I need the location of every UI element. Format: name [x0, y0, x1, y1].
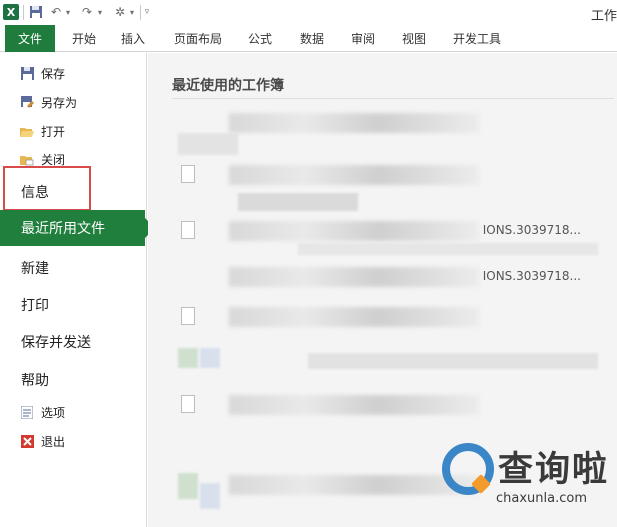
watermark-url: chaxunla.com	[496, 491, 587, 506]
undo-dropdown-icon[interactable]: ▾	[64, 4, 72, 20]
workbook-file-icon	[181, 165, 195, 183]
tab-review[interactable]: 审阅	[351, 30, 375, 47]
save-icon	[20, 67, 34, 81]
watermark-name: 查询啦	[498, 450, 610, 490]
pixelated-block	[298, 243, 598, 255]
blurred-file-name	[229, 221, 479, 241]
open-command-label: 打开	[41, 125, 66, 139]
workbook-file-icon	[181, 221, 195, 239]
pixelated-block	[200, 483, 220, 509]
save-as-command[interactable]: 另存为	[20, 94, 77, 111]
backstage-nav: 保存 另存为 打开 关闭 信息 最近所用文件 新建 打印 保存并发送 帮助 选项…	[0, 53, 155, 527]
pixelated-block	[178, 473, 198, 499]
pixelated-block	[178, 348, 198, 368]
exit-icon	[20, 435, 34, 449]
annotation-highlight-box	[3, 166, 91, 211]
blurred-file-name	[229, 395, 479, 415]
magnifier-logo-icon	[442, 443, 494, 495]
redo-dropdown-icon[interactable]: ▾	[96, 4, 104, 20]
save-as-icon	[20, 96, 34, 110]
tab-view[interactable]: 视图	[402, 30, 426, 47]
window-title: 工作	[590, 9, 617, 24]
help-item[interactable]: 帮助	[21, 370, 49, 390]
tab-formulas[interactable]: 公式	[248, 30, 272, 47]
open-command[interactable]: 打开	[20, 123, 65, 140]
blurred-file-name	[229, 165, 479, 185]
tab-data[interactable]: 数据	[300, 30, 324, 47]
recent-file-path: IONS.3039718...	[482, 223, 581, 237]
save-icon[interactable]	[28, 4, 43, 20]
recent-file-row[interactable]	[173, 111, 603, 135]
ribbon-tabs: 开始 插入 页面布局 公式 数据 审阅 视图 开发工具	[0, 26, 617, 52]
tools-dropdown-icon[interactable]: ▾	[128, 4, 136, 20]
pixelated-block	[238, 193, 358, 211]
redo-icon[interactable]: ↷	[80, 4, 94, 20]
close-file-icon	[20, 153, 34, 167]
options-command-label: 选项	[41, 406, 66, 420]
print-item[interactable]: 打印	[21, 295, 49, 315]
folder-open-icon	[20, 125, 34, 139]
recent-file-path: IONS.3039718...	[482, 269, 581, 283]
pixelated-block	[200, 348, 220, 368]
save-send-item[interactable]: 保存并发送	[21, 332, 91, 352]
options-icon	[20, 406, 34, 420]
new-item[interactable]: 新建	[21, 258, 49, 278]
tab-home[interactable]: 开始	[72, 30, 96, 47]
tab-page-layout[interactable]: 页面布局	[174, 30, 222, 47]
divider	[172, 98, 614, 99]
blurred-file-name	[229, 267, 479, 287]
pixelated-block	[308, 353, 598, 369]
save-command-label: 保存	[41, 67, 66, 81]
tab-developer[interactable]: 开发工具	[453, 30, 501, 47]
tab-insert[interactable]: 插入	[121, 30, 145, 47]
customize-toolbar-icon[interactable]: ▿	[143, 4, 151, 20]
workbook-file-icon	[181, 395, 195, 413]
toolbar-separator	[140, 5, 141, 20]
recent-files-item[interactable]: 最近所用文件	[0, 210, 155, 246]
tools-icon[interactable]: ✲	[112, 4, 128, 20]
recent-workbooks-title: 最近使用的工作簿	[172, 78, 284, 94]
recent-file-row[interactable]	[173, 393, 603, 417]
tab-file[interactable]: 文件	[5, 25, 55, 52]
workbook-file-icon	[181, 307, 195, 325]
excel-logo-icon: X	[3, 4, 19, 20]
undo-icon[interactable]: ↶	[49, 4, 63, 20]
recent-file-row[interactable]	[173, 163, 603, 187]
recent-file-row[interactable]	[173, 305, 603, 329]
blurred-file-name	[229, 307, 479, 327]
exit-command[interactable]: 退出	[20, 433, 65, 450]
exit-command-label: 退出	[41, 435, 66, 449]
pixelated-block	[178, 133, 238, 155]
recent-file-row[interactable]: IONS.3039718...	[173, 219, 603, 243]
toolbar-separator	[23, 5, 24, 20]
watermark-logo: 查询啦 chaxunla.com	[438, 441, 617, 527]
recent-file-row[interactable]: IONS.3039718...	[173, 265, 603, 289]
save-as-command-label: 另存为	[41, 96, 78, 110]
options-command[interactable]: 选项	[20, 404, 65, 421]
blurred-file-name	[229, 113, 479, 133]
quick-access-toolbar: X ↶ ▾ ↷ ▾ ✲ ▾ ▿ 工作	[0, 0, 617, 26]
save-command[interactable]: 保存	[20, 65, 65, 82]
